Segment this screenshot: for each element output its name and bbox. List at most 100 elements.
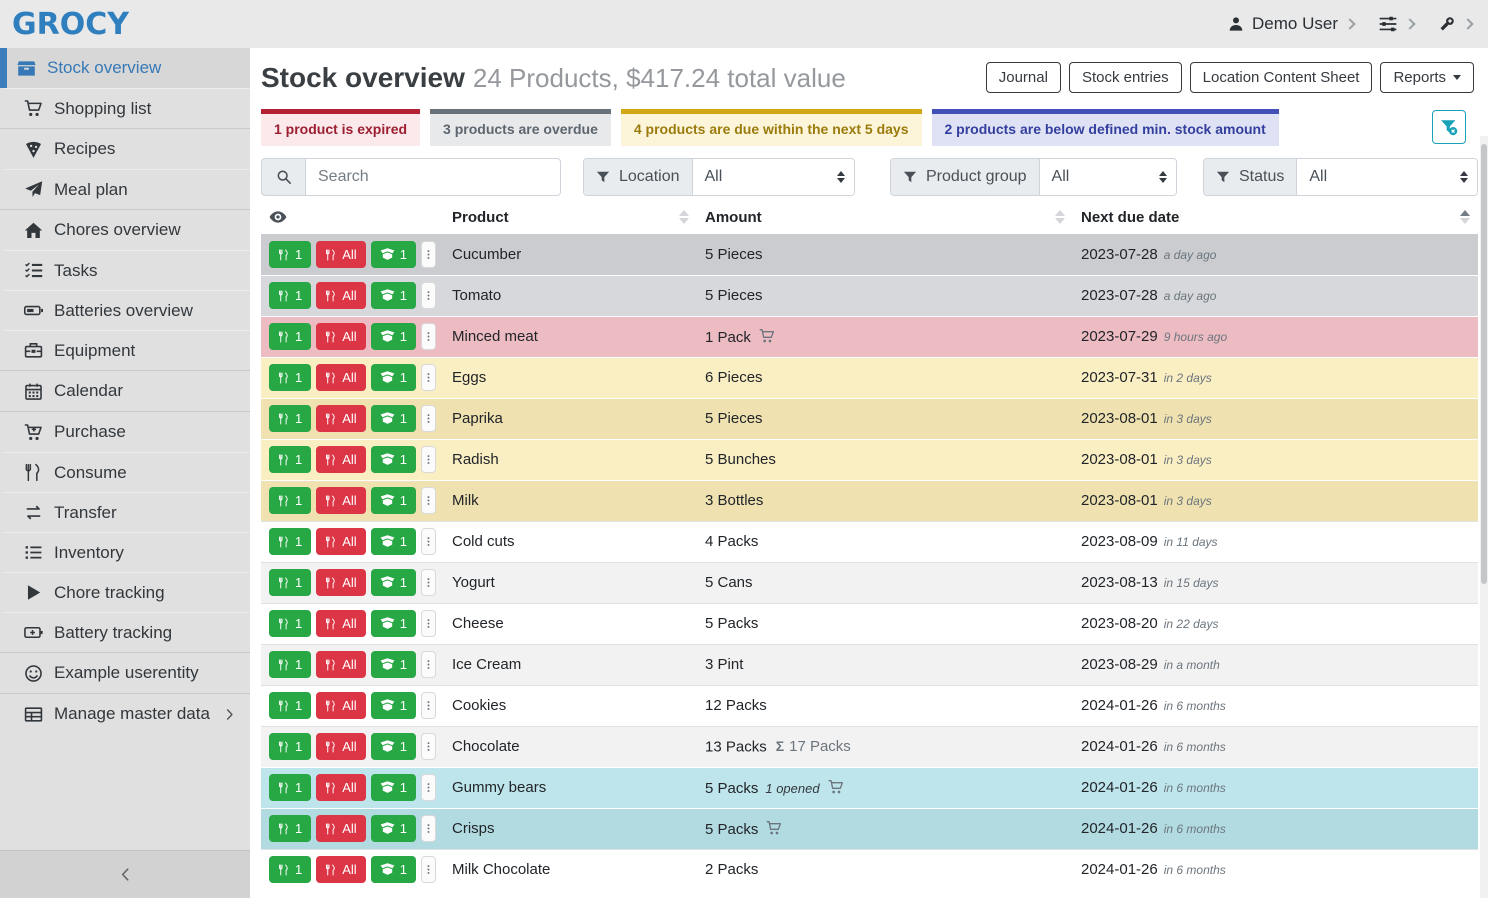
sidebar-item-meal-plan[interactable]: Meal plan xyxy=(0,169,250,209)
sidebar-item-tasks[interactable]: Tasks xyxy=(0,250,250,290)
consume-all-button[interactable]: All xyxy=(316,815,365,842)
sidebar-collapse-button[interactable] xyxy=(0,850,250,898)
consume-one-button[interactable]: 1 xyxy=(269,323,311,350)
search-input[interactable] xyxy=(305,158,561,196)
product-column-header[interactable]: Product xyxy=(444,201,697,234)
open-one-button[interactable]: 1 xyxy=(371,405,416,432)
header-action-journal[interactable]: Journal xyxy=(986,62,1061,93)
row-menu-button[interactable] xyxy=(421,610,436,637)
sidebar-item-purchase[interactable]: Purchase xyxy=(0,412,250,452)
consume-one-button[interactable]: 1 xyxy=(269,692,311,719)
consume-all-button[interactable]: All xyxy=(316,692,365,719)
row-menu-button[interactable] xyxy=(421,446,436,473)
scrollbar-thumb[interactable] xyxy=(1481,144,1487,584)
vertical-scrollbar[interactable] xyxy=(1480,136,1488,898)
consume-one-button[interactable]: 1 xyxy=(269,610,311,637)
row-menu-button[interactable] xyxy=(421,241,436,268)
row-menu-button[interactable] xyxy=(421,733,436,760)
sidebar-item-inventory[interactable]: Inventory xyxy=(0,532,250,572)
consume-one-button[interactable]: 1 xyxy=(269,733,311,760)
open-one-button[interactable]: 1 xyxy=(371,446,416,473)
open-one-button[interactable]: 1 xyxy=(371,528,416,555)
status-banner-overdue[interactable]: 3 products are overdue xyxy=(430,109,611,146)
row-menu-button[interactable] xyxy=(421,815,436,842)
open-one-button[interactable]: 1 xyxy=(371,651,416,678)
row-menu-button[interactable] xyxy=(421,774,436,801)
consume-all-button[interactable]: All xyxy=(316,364,365,391)
consume-all-button[interactable]: All xyxy=(316,569,365,596)
consume-one-button[interactable]: 1 xyxy=(269,651,311,678)
status-banner-expired[interactable]: 1 product is expired xyxy=(261,109,420,146)
consume-one-button[interactable]: 1 xyxy=(269,446,311,473)
consume-all-button[interactable]: All xyxy=(316,774,365,801)
due-date-column-header[interactable]: Next due date xyxy=(1073,201,1478,234)
consume-one-button[interactable]: 1 xyxy=(269,815,311,842)
sidebar-item-recipes[interactable]: Recipes xyxy=(0,129,250,169)
open-one-button[interactable]: 1 xyxy=(371,569,416,596)
consume-all-button[interactable]: All xyxy=(316,405,365,432)
open-one-button[interactable]: 1 xyxy=(371,487,416,514)
consume-all-button[interactable]: All xyxy=(316,610,365,637)
sidebar-item-chores-overview[interactable]: Chores overview xyxy=(0,210,250,250)
consume-all-button[interactable]: All xyxy=(316,733,365,760)
consume-all-button[interactable]: All xyxy=(316,487,365,514)
header-action-reports[interactable]: Reports xyxy=(1380,62,1474,93)
sidebar-item-equipment[interactable]: Equipment xyxy=(0,330,250,370)
admin-menu[interactable] xyxy=(1438,15,1472,33)
open-one-button[interactable]: 1 xyxy=(371,733,416,760)
consume-one-button[interactable]: 1 xyxy=(269,405,311,432)
consume-all-button[interactable]: All xyxy=(316,241,365,268)
sidebar-item-chore-tracking[interactable]: Chore tracking xyxy=(0,572,250,612)
row-menu-button[interactable] xyxy=(421,323,436,350)
consume-one-button[interactable]: 1 xyxy=(269,569,311,596)
open-one-button[interactable]: 1 xyxy=(371,241,416,268)
header-action-stock-entries[interactable]: Stock entries xyxy=(1069,62,1182,93)
sidebar-item-battery-tracking[interactable]: Battery tracking xyxy=(0,612,250,652)
filter-select-location[interactable]: All xyxy=(693,159,855,195)
consume-all-button[interactable]: All xyxy=(316,282,365,309)
sidebar-item-consume[interactable]: Consume xyxy=(0,452,250,492)
sidebar-item-shopping-list[interactable]: Shopping list xyxy=(0,88,250,128)
consume-one-button[interactable]: 1 xyxy=(269,282,311,309)
clear-filter-button[interactable] xyxy=(1432,110,1466,144)
row-menu-button[interactable] xyxy=(421,569,436,596)
grocy-logo[interactable]: GROCY xyxy=(12,7,129,42)
filter-select-status[interactable]: All xyxy=(1297,159,1477,195)
consume-all-button[interactable]: All xyxy=(316,323,365,350)
sidebar-item-calendar[interactable]: Calendar xyxy=(0,371,250,411)
sidebar-item-transfer[interactable]: Transfer xyxy=(0,492,250,532)
row-menu-button[interactable] xyxy=(421,651,436,678)
consume-all-button[interactable]: All xyxy=(316,651,365,678)
row-menu-button[interactable] xyxy=(421,405,436,432)
open-one-button[interactable]: 1 xyxy=(371,774,416,801)
consume-all-button[interactable]: All xyxy=(316,446,365,473)
consume-all-button[interactable]: All xyxy=(316,528,365,555)
open-one-button[interactable]: 1 xyxy=(371,282,416,309)
row-menu-button[interactable] xyxy=(421,856,436,883)
column-toggle-header[interactable] xyxy=(261,201,444,234)
user-menu[interactable]: Demo User xyxy=(1228,14,1354,34)
consume-all-button[interactable]: All xyxy=(316,856,365,883)
open-one-button[interactable]: 1 xyxy=(371,323,416,350)
amount-column-header[interactable]: Amount xyxy=(697,201,1073,234)
open-one-button[interactable]: 1 xyxy=(371,364,416,391)
sidebar-item-example-userentity[interactable]: Example userentity xyxy=(0,653,250,693)
status-banner-due-soon[interactable]: 4 products are due within the next 5 day… xyxy=(621,109,922,146)
row-menu-button[interactable] xyxy=(421,487,436,514)
row-menu-button[interactable] xyxy=(421,528,436,555)
row-menu-button[interactable] xyxy=(421,282,436,309)
open-one-button[interactable]: 1 xyxy=(371,856,416,883)
open-one-button[interactable]: 1 xyxy=(371,815,416,842)
consume-one-button[interactable]: 1 xyxy=(269,241,311,268)
sidebar-item-batteries-overview[interactable]: Batteries overview xyxy=(0,290,250,330)
settings-menu[interactable] xyxy=(1378,14,1414,34)
header-action-location-content-sheet[interactable]: Location Content Sheet xyxy=(1190,62,1373,93)
sidebar-item-stock-overview[interactable]: Stock overview xyxy=(0,48,250,88)
consume-one-button[interactable]: 1 xyxy=(269,856,311,883)
row-menu-button[interactable] xyxy=(421,692,436,719)
row-menu-button[interactable] xyxy=(421,364,436,391)
open-one-button[interactable]: 1 xyxy=(371,610,416,637)
consume-one-button[interactable]: 1 xyxy=(269,487,311,514)
consume-one-button[interactable]: 1 xyxy=(269,364,311,391)
open-one-button[interactable]: 1 xyxy=(371,692,416,719)
